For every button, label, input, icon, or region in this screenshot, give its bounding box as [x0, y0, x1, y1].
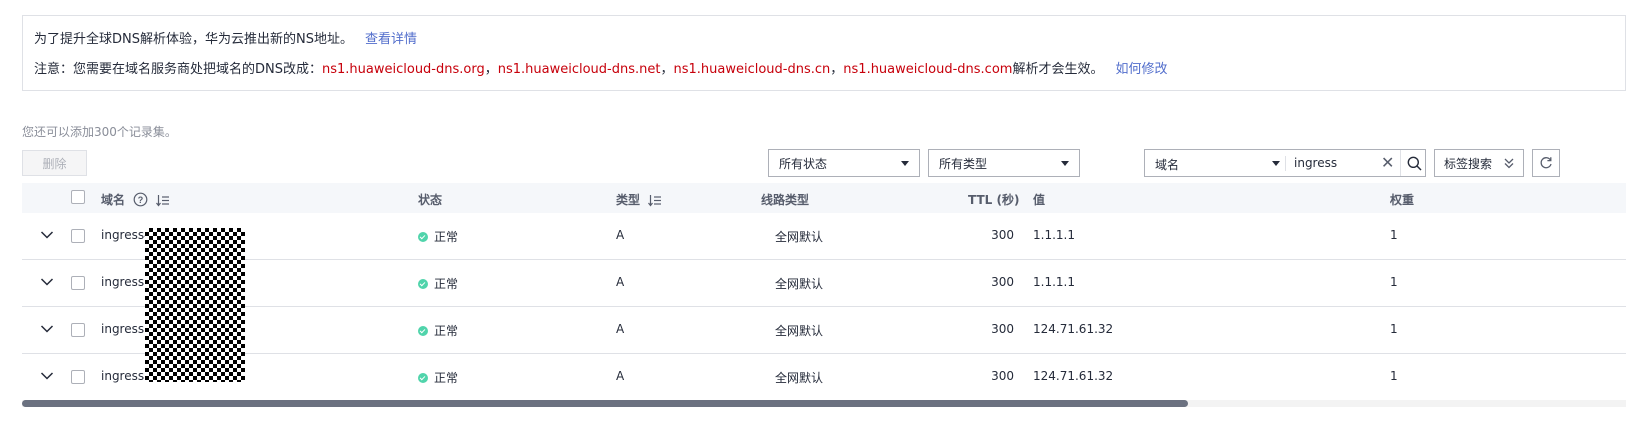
clear-icon[interactable]: ✕: [1381, 153, 1394, 172]
chevron-down-icon[interactable]: [40, 324, 54, 334]
success-icon: [418, 232, 428, 242]
record-weight: 1: [1390, 322, 1398, 336]
refresh-icon: [1540, 157, 1552, 169]
quota-text: 您还可以添加300个记录集。: [22, 125, 177, 139]
record-value: 1.1.1.1: [1033, 275, 1075, 289]
header-ttl: TTL (秒): [968, 193, 1020, 207]
chevron-down-icon[interactable]: [40, 277, 54, 287]
search-key-select[interactable]: 域名: [1155, 156, 1179, 173]
caret-down-icon[interactable]: [1272, 161, 1280, 166]
refresh-button[interactable]: [1532, 149, 1560, 177]
record-type: A: [616, 369, 625, 383]
record-status: 正常: [418, 275, 458, 292]
header-type-label: 类型: [616, 193, 641, 207]
ns-server-cn: ns1.huaweicloud-dns.cn: [673, 62, 831, 77]
record-type: A: [616, 275, 625, 289]
record-value: 124.71.61.32: [1033, 322, 1114, 336]
ns-server-org: ns1.huaweicloud-dns.org: [322, 62, 485, 77]
record-ttl: 300: [991, 322, 1014, 336]
tag-search-button[interactable]: 标签搜索: [1434, 149, 1524, 177]
success-icon: [418, 373, 428, 383]
ns-separator: ，: [660, 62, 674, 77]
header-status: 状态: [418, 193, 443, 207]
record-value: 1.1.1.1: [1033, 228, 1075, 242]
how-to-modify-link[interactable]: 如何修改: [1115, 62, 1167, 77]
ns-server-net: ns1.huaweicloud-dns.net: [497, 62, 661, 77]
table-header: 域名 ? 状态 类型 线路类型 TTL (秒) 值 权重: [22, 183, 1626, 214]
success-icon: [418, 279, 428, 289]
record-line: 全网默认: [775, 230, 824, 244]
record-weight: 1: [1390, 228, 1398, 242]
search-icon[interactable]: [1407, 156, 1422, 174]
search-box: 域名 ingress ✕: [1144, 149, 1426, 177]
help-icon[interactable]: ?: [133, 192, 148, 207]
record-line: 全网默认: [775, 371, 824, 385]
header-value: 值: [1033, 193, 1046, 207]
row-checkbox[interactable]: [71, 276, 85, 290]
notice-text: 为了提升全球DNS解析体验，华为云推出新的NS地址。: [34, 32, 353, 47]
record-ttl: 300: [991, 275, 1014, 289]
caret-down-icon: [901, 161, 909, 166]
horizontal-scrollbar[interactable]: [22, 400, 1626, 407]
header-type: 类型: [616, 191, 662, 208]
record-status-label: 正常: [434, 277, 459, 291]
redaction-mosaic: [145, 228, 245, 382]
view-details-link[interactable]: 查看详情: [365, 32, 417, 47]
divider: [1400, 150, 1401, 176]
record-type: A: [616, 228, 625, 242]
row-checkbox[interactable]: [71, 229, 85, 243]
notice-line-2: 注意：您需要在域名服务商处把域名的DNS改成：ns1.huaweicloud-d…: [34, 58, 1167, 77]
sort-icon[interactable]: [648, 194, 662, 207]
sort-icon[interactable]: [156, 194, 170, 207]
tag-search-label: 标签搜索: [1444, 156, 1493, 171]
header-name: 域名 ?: [101, 191, 170, 208]
table-row: ingress3 正常 A 全网默认 300 1.1.1.1 1: [22, 260, 1626, 307]
record-weight: 1: [1390, 369, 1398, 383]
notice-prefix: 注意：您需要在域名服务商处把域名的DNS改成：: [34, 62, 322, 77]
double-chevron-down-icon: [1503, 156, 1515, 173]
select-all-checkbox[interactable]: [71, 190, 85, 204]
table-row: ingress1 正常 A 全网默认 300 124.71.61.32 1: [22, 354, 1626, 401]
chevron-down-icon[interactable]: [40, 230, 54, 240]
record-ttl: 300: [991, 369, 1014, 383]
chevron-down-icon[interactable]: [40, 371, 54, 381]
record-status-label: 正常: [434, 371, 459, 385]
record-ttl: 300: [991, 228, 1014, 242]
header-line-type: 线路类型: [761, 193, 810, 207]
record-status: 正常: [418, 369, 458, 386]
ns-separator: ，: [484, 62, 498, 77]
record-line: 全网默认: [775, 277, 824, 291]
record-value: 124.71.61.32: [1033, 369, 1114, 383]
divider: [1285, 156, 1286, 171]
notice-suffix: 解析才会生效。: [1012, 62, 1104, 77]
header-weight: 权重: [1390, 193, 1415, 207]
row-checkbox[interactable]: [71, 323, 85, 337]
ns-separator: ，: [830, 62, 844, 77]
ns-server-com: ns1.huaweicloud-dns.com: [843, 62, 1013, 77]
notice-line-1: 为了提升全球DNS解析体验，华为云推出新的NS地址。 查看详情: [34, 28, 417, 47]
caret-down-icon: [1061, 161, 1069, 166]
delete-button[interactable]: 删除: [22, 150, 87, 176]
record-type: A: [616, 322, 625, 336]
record-status: 正常: [418, 228, 458, 245]
type-filter-select[interactable]: 所有类型: [928, 149, 1080, 177]
record-line: 全网默认: [775, 324, 824, 338]
scrollbar-thumb[interactable]: [22, 400, 1188, 407]
record-status: 正常: [418, 322, 458, 339]
record-weight: 1: [1390, 275, 1398, 289]
record-status-label: 正常: [434, 324, 459, 338]
ns-notice-panel: 为了提升全球DNS解析体验，华为云推出新的NS地址。 查看详情 注意：您需要在域名…: [22, 15, 1626, 91]
header-name-label: 域名: [101, 193, 126, 207]
row-checkbox[interactable]: [71, 370, 85, 384]
success-icon: [418, 326, 428, 336]
status-filter-select[interactable]: 所有状态: [768, 149, 920, 177]
table-row: ingress2 正常 A 全网默认 300 124.71.61.32 1: [22, 307, 1626, 354]
record-status-label: 正常: [434, 230, 459, 244]
svg-text:?: ?: [138, 195, 144, 205]
search-input[interactable]: ingress: [1294, 156, 1337, 170]
status-filter-value: 所有状态: [779, 156, 828, 171]
table-row: ingress4 正常 A 全网默认 300 1.1.1.1 1: [22, 213, 1626, 260]
type-filter-value: 所有类型: [939, 156, 988, 171]
